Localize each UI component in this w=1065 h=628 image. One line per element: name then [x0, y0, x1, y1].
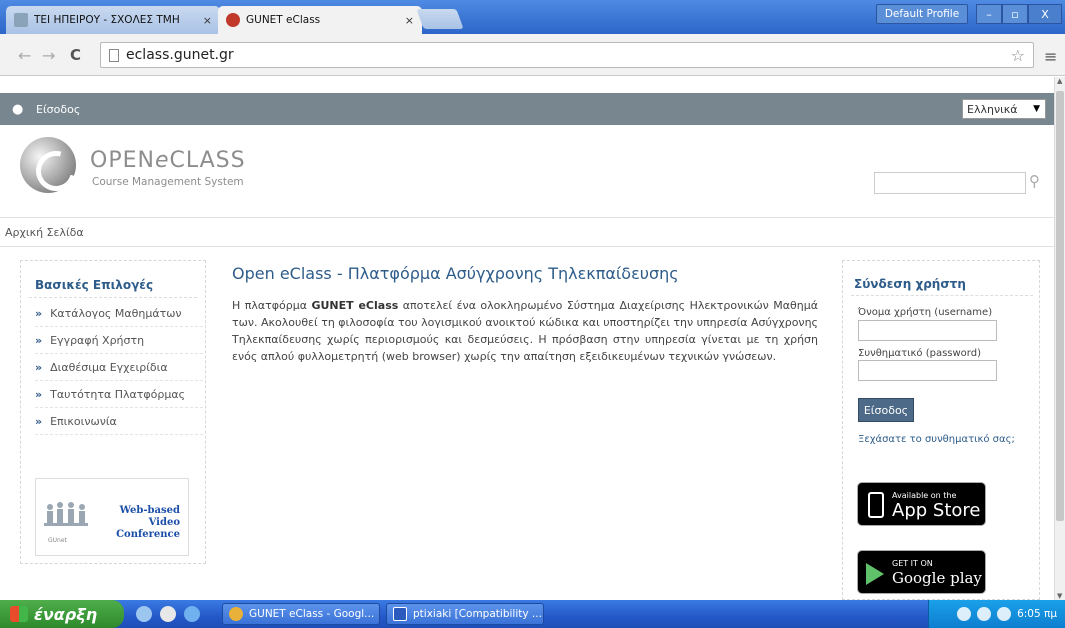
vertical-scrollbar[interactable]: ▲ ▼	[1054, 77, 1065, 600]
scroll-down-icon[interactable]: ▼	[1057, 592, 1062, 600]
app-store-button[interactable]: Available on the App Store	[857, 482, 986, 526]
login-panel: Σύνδεση χρήστη Όνομα χρήστη (username) Σ…	[842, 260, 1040, 600]
username-label: Όνομα χρήστη (username)	[858, 307, 993, 318]
forgot-password-link[interactable]: Ξεχάσατε το συνθηματικό σας;	[858, 434, 1015, 445]
taskbar-item-chrome[interactable]: GUNET eClass - Googl...	[222, 603, 380, 625]
play-triangle-icon	[866, 563, 884, 585]
minimize-icon[interactable]: –	[976, 4, 1002, 24]
google-play-button[interactable]: GET IT ON Google play	[857, 550, 986, 594]
search-icon[interactable]: ⚲	[1029, 172, 1040, 190]
start-button[interactable]: έναρξη	[0, 600, 124, 628]
bullet-icon: »	[35, 415, 43, 428]
tab-title: GUNET eClass	[246, 14, 321, 26]
bullet-icon: »	[35, 334, 43, 347]
site-header: OPENeCLASS Course Management System ⚲	[0, 125, 1054, 215]
banner-text: Web-based Video Conference	[116, 505, 180, 540]
bullet-icon: »	[35, 307, 43, 320]
reload-icon[interactable]: C	[70, 46, 81, 64]
quicklaunch-icon[interactable]	[160, 606, 176, 622]
browser-titlebar: ΤΕΙ ΗΠΕΙΡΟΥ - ΣΧΟΛΕΣ ΤΜΗ × GUNET eClass …	[0, 0, 1065, 34]
close-tab-icon[interactable]: ×	[203, 14, 212, 27]
profile-button[interactable]: Default Profile	[876, 4, 968, 24]
conference-people-icon	[44, 502, 88, 526]
maximize-icon[interactable]: ▫	[1002, 4, 1028, 24]
system-tray: 6:05 πμ	[928, 600, 1065, 628]
browser-toolbar: ← → C eclass.gunet.gr ☆ ≡	[0, 34, 1065, 76]
address-bar[interactable]: eclass.gunet.gr ☆	[100, 42, 1034, 68]
tab-tei[interactable]: ΤΕΙ ΗΠΕΙΡΟΥ - ΣΧΟΛΕΣ ΤΜΗ ×	[6, 6, 220, 34]
logo-subtitle: Course Management System	[92, 176, 244, 188]
login-title: Σύνδεση χρήστη	[854, 277, 966, 291]
scroll-thumb[interactable]	[1056, 91, 1064, 521]
user-bar: ● Είσοδος Ελληνικά ▼	[0, 93, 1054, 125]
tray-icon[interactable]	[977, 607, 992, 621]
bullet-icon: »	[35, 361, 43, 374]
tray-icon[interactable]	[997, 607, 1012, 621]
word-icon	[393, 607, 407, 621]
new-tab-button[interactable]	[416, 9, 464, 29]
login-link[interactable]: Είσοδος	[36, 103, 80, 116]
intro-text: Η πλατφόρμα GUNET eClass αποτελεί ένα ολ…	[232, 299, 818, 363]
site-favicon-icon	[14, 13, 28, 27]
banner-small-text: GUnet	[48, 537, 67, 544]
chrome-icon	[229, 607, 243, 621]
eclass-logo-icon[interactable]	[20, 137, 76, 193]
back-arrow-icon[interactable]: ←	[18, 46, 31, 65]
password-label: Συνθηματικό (password)	[858, 348, 981, 359]
taskbar-item-word[interactable]: ptixiaki [Compatibility ...	[386, 603, 544, 625]
breadcrumb[interactable]: Αρχική Σελίδα	[0, 217, 1054, 247]
phone-icon	[868, 492, 884, 518]
tab-title: ΤΕΙ ΗΠΕΙΡΟΥ - ΣΧΟΛΕΣ ΤΜΗ	[34, 14, 180, 26]
menu-item-platform-identity[interactable]: » Ταυτότητα Πλατφόρμας	[35, 382, 203, 408]
eclass-favicon-icon	[226, 13, 240, 27]
video-conference-banner[interactable]: Web-based Video Conference GUnet	[35, 478, 189, 556]
url-text: eclass.gunet.gr	[126, 47, 234, 63]
page-title: Open eClass - Πλατφόρμα Ασύγχρονης Τηλεκ…	[232, 264, 679, 283]
divider	[851, 295, 1033, 296]
chrome-menu-icon[interactable]: ≡	[1044, 47, 1057, 66]
tab-eclass[interactable]: GUNET eClass ×	[218, 6, 422, 34]
menu-item-contact[interactable]: » Επικοινωνία	[35, 409, 203, 435]
quicklaunch-icon[interactable]	[184, 606, 200, 622]
windows-flag-icon	[10, 606, 28, 622]
tray-icon[interactable]	[957, 607, 972, 621]
close-window-icon[interactable]: X	[1028, 4, 1062, 24]
bookmark-star-icon[interactable]: ☆	[1011, 46, 1025, 65]
page-icon	[109, 48, 119, 62]
menu-item-course-catalog[interactable]: » Κατάλογος Μαθημάτων	[35, 301, 203, 327]
forward-arrow-icon[interactable]: →	[42, 46, 55, 65]
taskbar: έναρξη GUNET eClass - Googl... ptixiaki …	[0, 600, 1065, 628]
language-select[interactable]: Ελληνικά ▼	[962, 99, 1046, 119]
close-tab-icon[interactable]: ×	[405, 14, 414, 27]
bullet-icon: »	[35, 388, 43, 401]
clock: 6:05 πμ	[1017, 608, 1057, 620]
menu-item-register[interactable]: » Εγγραφή Χρήστη	[35, 328, 203, 354]
logo-text[interactable]: OPENeCLASS	[90, 148, 246, 173]
language-value: Ελληνικά	[967, 102, 1018, 116]
dropdown-arrow-icon: ▼	[1033, 104, 1040, 114]
login-button[interactable]: Είσοδος	[858, 398, 914, 422]
menu-item-manuals[interactable]: » Διαθέσιμα Εγχειρίδια	[35, 355, 203, 381]
password-field[interactable]	[858, 360, 997, 381]
left-menu-title: Βασικές Επιλογές	[35, 278, 154, 292]
divider	[29, 297, 197, 298]
scroll-up-icon[interactable]: ▲	[1057, 77, 1062, 85]
quicklaunch-icon[interactable]	[136, 606, 152, 622]
username-field[interactable]	[858, 320, 997, 341]
user-icon: ●	[12, 102, 24, 117]
left-menu: Βασικές Επιλογές » Κατάλογος Μαθημάτων » Ε…	[20, 260, 206, 564]
page-viewport: ● Είσοδος Ελληνικά ▼ OPENeCLASS Course M…	[0, 77, 1054, 600]
search-input[interactable]	[874, 172, 1026, 194]
